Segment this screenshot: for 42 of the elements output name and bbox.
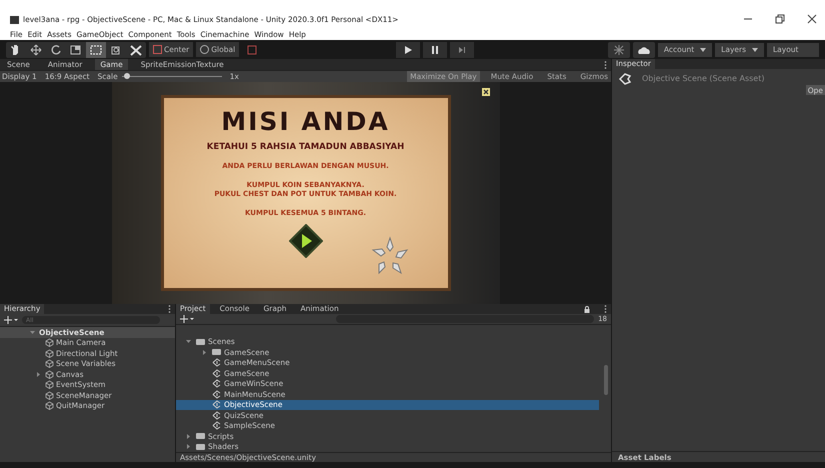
- expand-arrow-icon[interactable]: [202, 350, 207, 355]
- restore-icon[interactable]: [775, 14, 785, 24]
- close-icon[interactable]: [482, 88, 490, 96]
- rect-tool-icon[interactable]: [86, 42, 106, 58]
- globe-icon: [200, 45, 210, 54]
- close-icon[interactable]: [807, 14, 817, 24]
- scene-icon: [212, 410, 221, 420]
- slider-thumb[interactable]: [124, 73, 130, 79]
- asset-title: Objective Scene (Scene Asset): [642, 74, 764, 83]
- expand-arrow-icon[interactable]: [186, 434, 191, 439]
- mission-title: MISI ANDA: [221, 108, 390, 136]
- cube-icon: [45, 390, 54, 400]
- cloud-icon[interactable]: [632, 42, 655, 58]
- collab-icon[interactable]: [608, 42, 630, 58]
- expand-arrow-icon[interactable]: [30, 330, 35, 335]
- expand-arrow-icon[interactable]: [186, 444, 191, 450]
- pause-icon[interactable]: [423, 42, 448, 58]
- star-drawing: [370, 236, 410, 276]
- caret-icon: [700, 48, 706, 52]
- add-icon[interactable]: [180, 314, 194, 323]
- pivot-icon: [153, 45, 162, 54]
- scene-icon: [212, 421, 221, 430]
- scene-icon: [212, 390, 221, 399]
- step-icon[interactable]: [450, 42, 474, 58]
- play-icon[interactable]: [396, 42, 420, 58]
- cube-icon: [45, 380, 54, 390]
- scene-icon: [212, 379, 221, 388]
- cube-icon: [45, 370, 54, 379]
- scene-icon: [212, 400, 221, 410]
- search-field[interactable]: [336, 314, 594, 323]
- expand-arrow-icon[interactable]: [36, 372, 41, 377]
- cube-icon: [45, 401, 54, 410]
- expand-arrow-icon[interactable]: [186, 339, 191, 344]
- cube-icon: [45, 338, 54, 348]
- play-button[interactable]: [288, 224, 322, 258]
- add-icon[interactable]: [4, 316, 18, 324]
- scene-icon: [212, 358, 221, 368]
- cube-icon: [45, 348, 54, 358]
- cube-icon: [45, 359, 54, 368]
- caret-icon: [752, 48, 758, 52]
- mission-subtitle: KETAHUI 5 RAHSIA TAMADUN ABBASIYAH: [206, 142, 404, 152]
- scene-icon: [212, 368, 221, 378]
